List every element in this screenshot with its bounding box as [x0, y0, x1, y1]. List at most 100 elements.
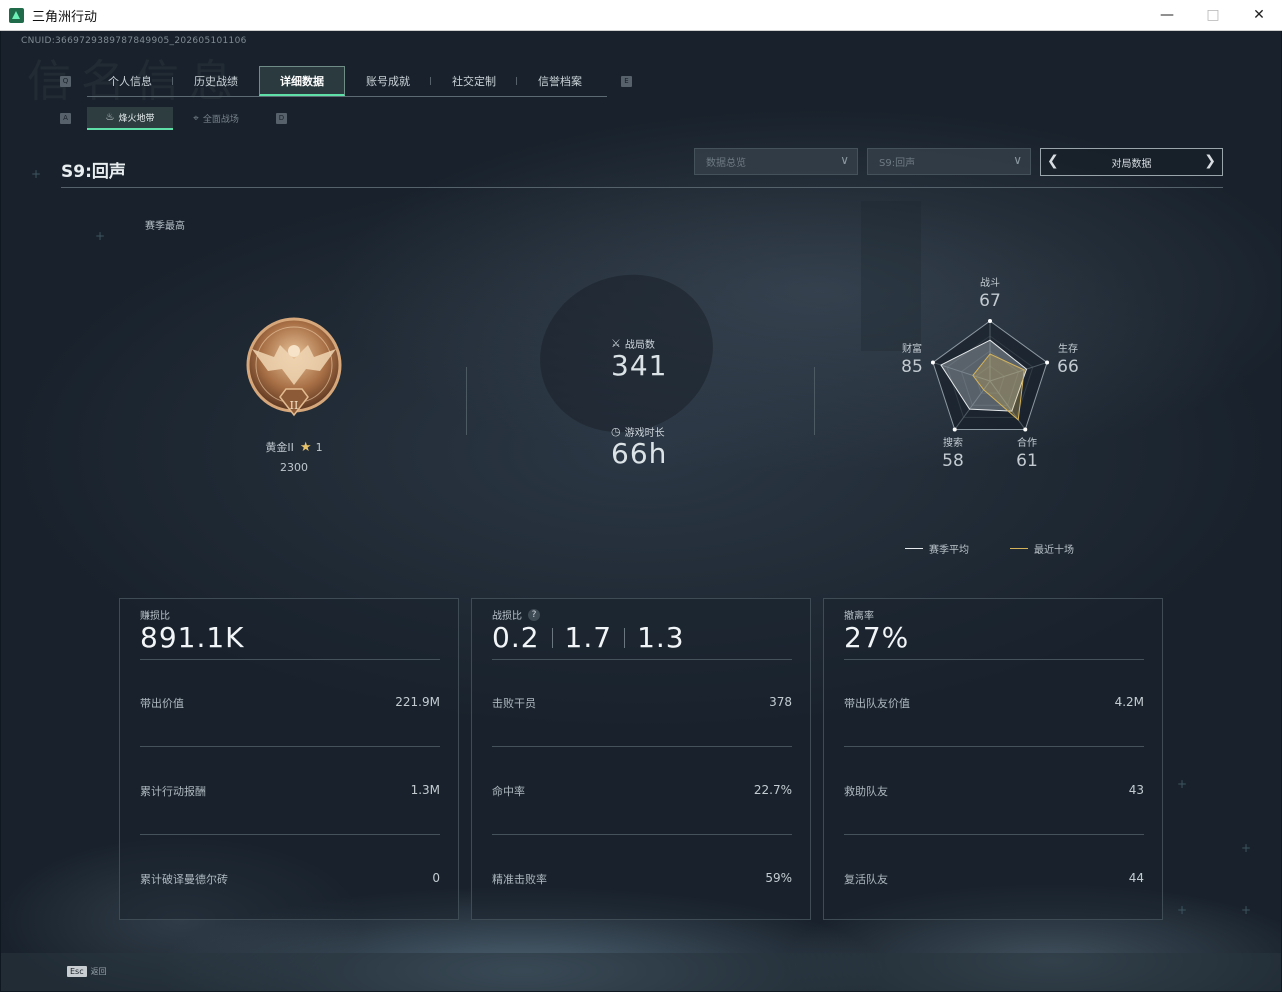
subtab-extraction[interactable]: ♨ 烽火地带	[87, 107, 173, 130]
window-titlebar: 三角洲行动 — □ ✕	[0, 0, 1282, 31]
card-row: 累计破译曼德尔砖 0	[140, 871, 440, 886]
radar-axis-label: 合作	[1017, 436, 1037, 449]
decor-plus-icon: +	[1241, 903, 1252, 917]
season-title: S9:回声	[61, 162, 126, 182]
esc-key-hint: Esc	[67, 966, 87, 977]
card-row: 带出价值 221.9M	[140, 695, 440, 710]
chevron-left-icon[interactable]: ❮	[1047, 153, 1059, 169]
app-logo-icon	[9, 7, 24, 23]
radar-axis-value: 66	[1057, 357, 1079, 377]
radar-vertex-dot	[952, 427, 957, 432]
tab-achievements[interactable]: 账号成就	[345, 66, 431, 96]
radar-axis-label: 战斗	[980, 277, 1000, 289]
season-dropdown[interactable]: S9:回声 ∨	[867, 148, 1031, 175]
match-data-selector[interactable]: ❮ 对局数据 ❯	[1040, 148, 1223, 176]
radar-vertex-dot	[1023, 427, 1028, 432]
card-divider	[492, 746, 792, 747]
cnuid-label: CNUID:3669729389787849905_202605101106	[21, 36, 247, 46]
radar-axis-label: 财富	[902, 342, 922, 355]
legend-recent-ten: 最近十场	[1010, 541, 1074, 556]
card-divider	[140, 659, 440, 660]
minimize-icon[interactable]: —	[1144, 0, 1190, 30]
extraction-rate-card: 撤离率 27% 带出队友价值 4.2M 救助队友 43 复活队友 44	[823, 598, 1163, 920]
decor-plus-icon: +	[1241, 841, 1252, 855]
kd-ratio-card: 战损比? 0.2 1.7 1.3 击败干员 378 命中率 22.7% 精准击败率 59%	[471, 598, 811, 920]
card-title: 撤离率	[844, 611, 874, 622]
tab-reputation[interactable]: 信誉档案	[517, 66, 603, 96]
maximize-icon[interactable]: □	[1190, 0, 1236, 30]
section-divider	[466, 367, 467, 435]
close-icon[interactable]: ✕	[1236, 0, 1282, 30]
legend-season-average: 赛季平均	[905, 541, 969, 556]
card-row: 命中率 22.7%	[492, 783, 792, 798]
tab-prev-key-hint: Q	[60, 76, 71, 87]
tab-social[interactable]: 社交定制	[431, 66, 517, 96]
decor-plus-icon: +	[1177, 903, 1188, 917]
radar-axis-value: 67	[979, 291, 1001, 311]
section-divider	[814, 367, 815, 435]
card-row: 精准击败率 59%	[492, 871, 792, 886]
game-screen: 信名信息 CNUID:3669729389787849905_202605101…	[1, 31, 1281, 991]
header-divider	[61, 187, 1223, 188]
matches-value: 341	[611, 349, 668, 382]
card-main-value: 891.1K	[140, 621, 245, 654]
card-divider	[844, 746, 1144, 747]
card-divider	[140, 834, 440, 835]
chevron-down-icon: ∨	[840, 153, 849, 167]
mode-subtabs: ♨ 烽火地带 ⌖ 全面战场	[87, 107, 259, 130]
tab-next-key-hint: E	[621, 76, 632, 87]
radar-axis-value: 58	[942, 451, 964, 471]
card-divider	[492, 659, 792, 660]
subtab-prev-key-hint: A	[60, 113, 71, 124]
playtime-value: 66h	[611, 437, 668, 470]
flame-icon: ♨	[105, 112, 115, 123]
card-row: 击败干员 378	[492, 695, 792, 710]
legend-swatch	[905, 548, 923, 549]
card-row: 复活队友 44	[844, 871, 1144, 886]
window-controls: — □ ✕	[1144, 0, 1282, 30]
tab-history[interactable]: 历史战绩	[173, 66, 259, 96]
card-divider	[844, 834, 1144, 835]
tab-personal-info[interactable]: 个人信息	[87, 66, 173, 96]
chevron-right-icon[interactable]: ❯	[1204, 153, 1216, 169]
card-row: 累计行动报酬 1.3M	[140, 783, 440, 798]
chevron-down-icon: ∨	[1013, 153, 1022, 167]
card-row: 救助队友 43	[844, 783, 1144, 798]
subtab-next-key-hint: D	[276, 113, 287, 124]
crosshair-icon: ⌖	[193, 113, 199, 124]
overview-dropdown[interactable]: 数据总览 ∨	[694, 148, 858, 175]
radar-axis-value: 85	[901, 357, 923, 377]
rank-medal-icon: II	[246, 317, 342, 417]
bottom-bar	[1, 953, 1281, 991]
back-button[interactable]: Esc 返回	[67, 966, 107, 977]
svg-text:II: II	[290, 399, 299, 412]
main-tabs: 个人信息 历史战绩 详细数据 账号成就 社交定制 信誉档案	[87, 66, 607, 97]
card-divider	[492, 834, 792, 835]
radar-vertex-dot	[1045, 360, 1050, 365]
legend-swatch	[1010, 548, 1028, 549]
card-title: 战损比?	[492, 607, 540, 622]
window-title: 三角洲行动	[32, 9, 98, 25]
radar-axis-label: 搜索	[943, 436, 963, 449]
radar-vertex-dot	[988, 319, 992, 323]
radar-vertex-dot	[930, 360, 935, 365]
card-divider	[844, 659, 1144, 660]
ability-radar-chart: 战斗 67 生存 66 合作 61 搜索 58 财富 85	[901, 277, 1079, 471]
rank-name: 黄金II ★ 1	[265, 440, 323, 455]
star-icon: ★	[299, 440, 312, 455]
tab-detailed-data[interactable]: 详细数据	[259, 66, 345, 96]
decor-plus-icon: +	[95, 229, 106, 243]
card-main-value: 27%	[844, 621, 910, 654]
rank-points: 2300	[280, 461, 308, 474]
help-icon[interactable]: ?	[528, 608, 540, 621]
radar-axis-label: 生存	[1058, 342, 1078, 355]
subtab-warfare[interactable]: ⌖ 全面战场	[173, 107, 259, 130]
season-peak-label: 赛季最高	[145, 221, 185, 232]
decor-plus-icon: +	[1177, 777, 1188, 791]
radar-axis-value: 61	[1016, 451, 1038, 471]
card-title: 赚损比	[140, 611, 170, 622]
profit-ratio-card: 赚损比 891.1K 带出价值 221.9M 累计行动报酬 1.3M 累计破译曼德尔…	[119, 598, 459, 920]
card-divider	[140, 746, 440, 747]
card-main-value: 0.2 1.7 1.3	[492, 621, 685, 654]
card-row: 带出队友价值 4.2M	[844, 695, 1144, 710]
